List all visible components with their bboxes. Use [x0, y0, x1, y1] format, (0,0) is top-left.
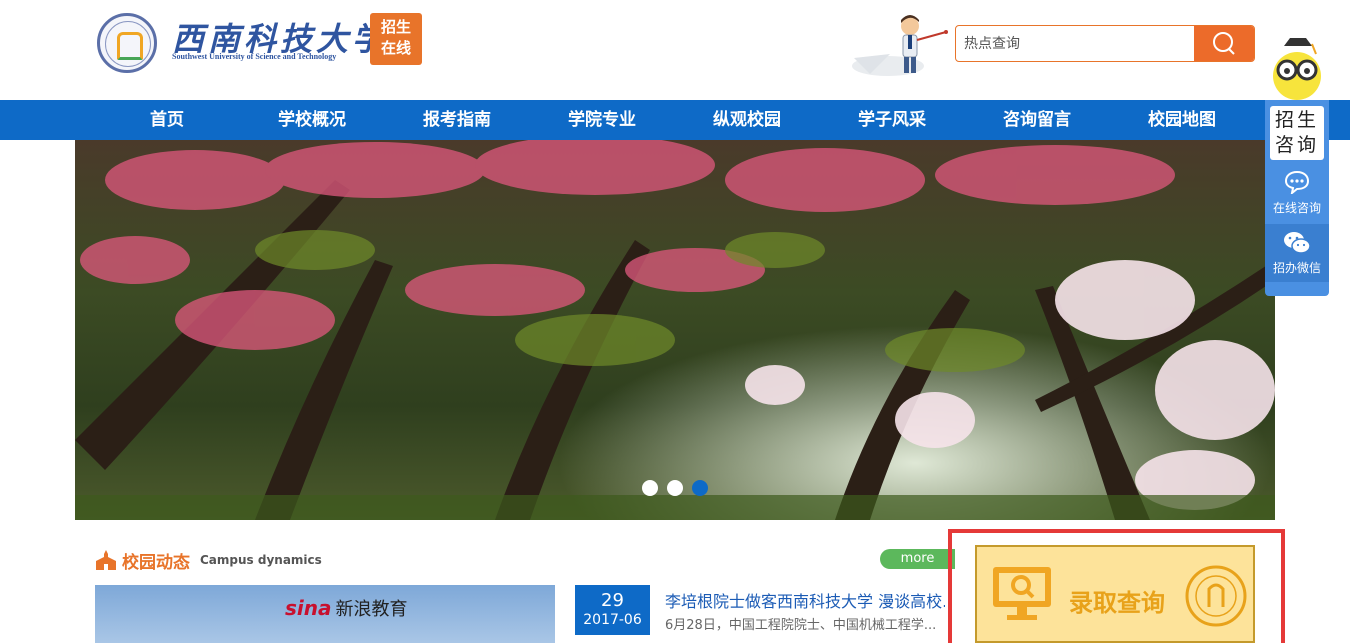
- slide-dot-1[interactable]: [642, 480, 658, 496]
- wechat-icon: [1284, 232, 1311, 254]
- badge-line1: 招生: [380, 18, 411, 36]
- university-seal-icon: [1185, 565, 1247, 627]
- nav-item-campus-map[interactable]: 校园地图: [1132, 100, 1232, 140]
- admission-query-button[interactable]: 录取查询: [975, 545, 1255, 643]
- news-headline-link[interactable]: 李培根院士做客西南科技大学 漫谈高校...: [665, 588, 945, 612]
- monitor-search-icon: [993, 567, 1051, 620]
- nav-item-student-showcase[interactable]: 学子风采: [842, 100, 942, 140]
- cherry-blossom-photo: [75, 140, 1275, 520]
- sidebar-item-label: 招办微信: [1272, 261, 1321, 275]
- sina-education-watermark: sina 新浪教育: [285, 595, 408, 621]
- consultation-sidebar: 招生 咨询 在线咨询 招办微信: [1265, 100, 1329, 296]
- news-date-day: 29: [601, 590, 624, 611]
- campus-dynamics-title-cn: 校园动态: [122, 553, 190, 573]
- news-thumbnail-image[interactable]: sina 新浪教育: [95, 585, 555, 643]
- main-navigation: 首页 学校概况 报考指南 学院专业 纵观校园 学子风采 咨询留言 校园地图: [0, 100, 1350, 140]
- more-news-button[interactable]: more: [880, 549, 955, 569]
- nav-item-colleges-majors[interactable]: 学院专业: [552, 100, 652, 140]
- sidebar-title-line2: 咨询: [1274, 134, 1319, 156]
- search-button[interactable]: [1194, 26, 1254, 61]
- admissions-online-badge[interactable]: 招生 在线: [370, 13, 422, 65]
- nav-item-application-guide[interactable]: 报考指南: [407, 100, 507, 140]
- nav-item-consult-message[interactable]: 咨询留言: [987, 100, 1087, 140]
- news-summary: 6月28日，中国工程院院士、中国机械工程学...: [665, 618, 937, 633]
- search-icon: [1213, 32, 1235, 55]
- chat-bubble-icon: [1284, 170, 1310, 194]
- sidebar-title-line1: 招生: [1274, 109, 1319, 131]
- news-date-year-month: 2017-06: [583, 612, 642, 628]
- badge-line2: 在线: [380, 39, 411, 57]
- nav-item-home[interactable]: 首页: [117, 100, 217, 140]
- university-seal-logo[interactable]: [97, 13, 157, 73]
- slide-dot-3[interactable]: [692, 480, 708, 496]
- sidebar-title: 招生 咨询: [1270, 106, 1324, 160]
- sidebar-item-online-consult[interactable]: 在线咨询: [1265, 164, 1329, 222]
- news-date-badge: 29 2017-06: [575, 585, 650, 635]
- university-name-en: Southwest University of Science and Tech…: [172, 52, 337, 61]
- slide-dot-2[interactable]: [667, 480, 683, 496]
- nav-item-school-overview[interactable]: 学校概况: [262, 100, 362, 140]
- campus-banner-slideshow[interactable]: [75, 140, 1275, 520]
- sina-education-text: 新浪教育: [335, 599, 408, 620]
- teacher-mascot-illustration: [852, 15, 948, 76]
- sidebar-item-wechat[interactable]: 招办微信: [1265, 224, 1329, 282]
- sidebar-item-label: 在线咨询: [1272, 201, 1321, 215]
- school-building-icon: [96, 550, 116, 570]
- nav-item-campus-view[interactable]: 纵观校园: [697, 100, 797, 140]
- search-input[interactable]: [956, 26, 1194, 61]
- campus-dynamics-title-en: Campus dynamics: [200, 553, 322, 567]
- sina-logo-text: sina: [285, 596, 332, 620]
- owl-mascot-icon: [1273, 38, 1321, 100]
- site-header: 西南科技大学 Southwest University of Science a…: [0, 0, 1350, 100]
- search-box: [955, 25, 1255, 62]
- admission-query-label: 录取查询: [1069, 589, 1165, 617]
